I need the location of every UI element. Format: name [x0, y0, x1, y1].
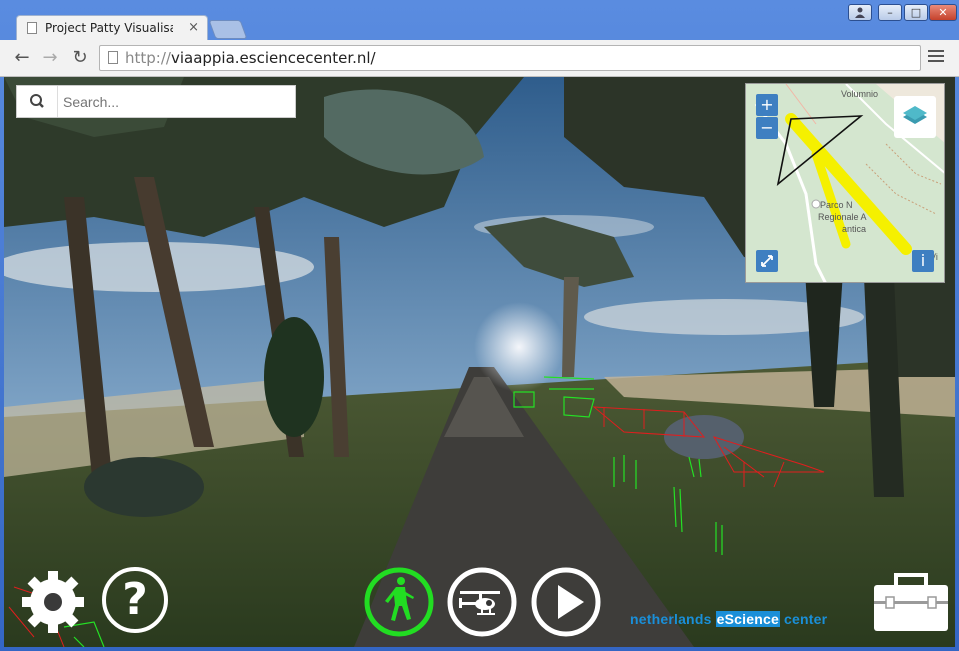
netherlands-escience-center-logo: netherlands eScience center [630, 611, 827, 627]
toolbox-icon[interactable] [872, 571, 950, 633]
play-button[interactable] [531, 567, 601, 637]
address-bar[interactable]: http://viaappia.esciencecenter.nl/ [99, 45, 921, 71]
page-icon [108, 51, 118, 64]
maximize-button[interactable]: □ [904, 4, 928, 21]
minimap-label: antica [842, 224, 867, 234]
close-window-button[interactable]: ✕ [929, 4, 957, 21]
brand-text-1: netherlands [630, 611, 716, 627]
search-box [16, 85, 296, 118]
walk-mode-button[interactable] [364, 567, 434, 637]
reload-button[interactable]: ↻ [70, 48, 90, 68]
layers-button[interactable] [894, 96, 936, 138]
url-text: http://viaappia.esciencecenter.nl/ [125, 49, 376, 67]
minimap-label: Volumnio [841, 89, 879, 99]
minimap[interactable]: Volumnio Parco N Regionale A antica Vi +… [745, 83, 945, 283]
search-button[interactable] [17, 86, 58, 117]
forward-button[interactable]: → [40, 48, 60, 68]
layers-icon [903, 106, 927, 124]
tab-title: Project Patty Visualisat [45, 21, 173, 35]
back-button[interactable]: ← [12, 48, 32, 68]
play-icon [558, 585, 584, 619]
settings-gear-icon[interactable] [18, 567, 88, 637]
minimap-label: Regionale A [818, 212, 867, 222]
minimize-button[interactable]: – [878, 4, 902, 21]
browser-tab[interactable]: Project Patty Visualisat × [16, 15, 208, 40]
browser-toolbar: ← → ↻ http://viaappia.esciencecenter.nl/ [0, 40, 959, 77]
user-button[interactable] [848, 4, 872, 21]
fly-mode-button[interactable] [447, 567, 517, 637]
search-input[interactable] [61, 90, 293, 114]
zoom-out-button[interactable]: − [756, 117, 778, 139]
url-scheme: http:// [125, 49, 171, 67]
minimap-label: Parco N [820, 200, 853, 210]
brand-text-3: center [779, 611, 828, 627]
user-icon [855, 7, 865, 18]
fullscreen-button[interactable] [756, 250, 778, 272]
url-cursor: / [370, 49, 376, 67]
page-favicon [27, 22, 37, 34]
pointcloud-viewport[interactable]: Volumnio Parco N Regionale A antica Vi +… [4, 77, 955, 647]
title-bar: Project Patty Visualisat × – □ ✕ [0, 0, 959, 40]
info-button[interactable]: i [912, 250, 934, 272]
zoom-in-button[interactable]: + [756, 94, 778, 116]
new-tab-button[interactable] [208, 20, 248, 39]
help-button[interactable]: ? [102, 567, 168, 633]
helicopter-icon [459, 591, 500, 615]
browser-window: Project Patty Visualisat × – □ ✕ ← → ↻ h… [0, 0, 959, 651]
expand-icon [761, 255, 773, 267]
search-icon [30, 94, 44, 108]
url-host: viaappia.esciencecenter.nl [170, 49, 371, 67]
browser-menu-icon[interactable] [928, 50, 944, 65]
brand-text-2: eScience [715, 611, 780, 627]
pedestrian-icon [385, 577, 414, 621]
tab-close-button[interactable]: × [188, 20, 199, 35]
